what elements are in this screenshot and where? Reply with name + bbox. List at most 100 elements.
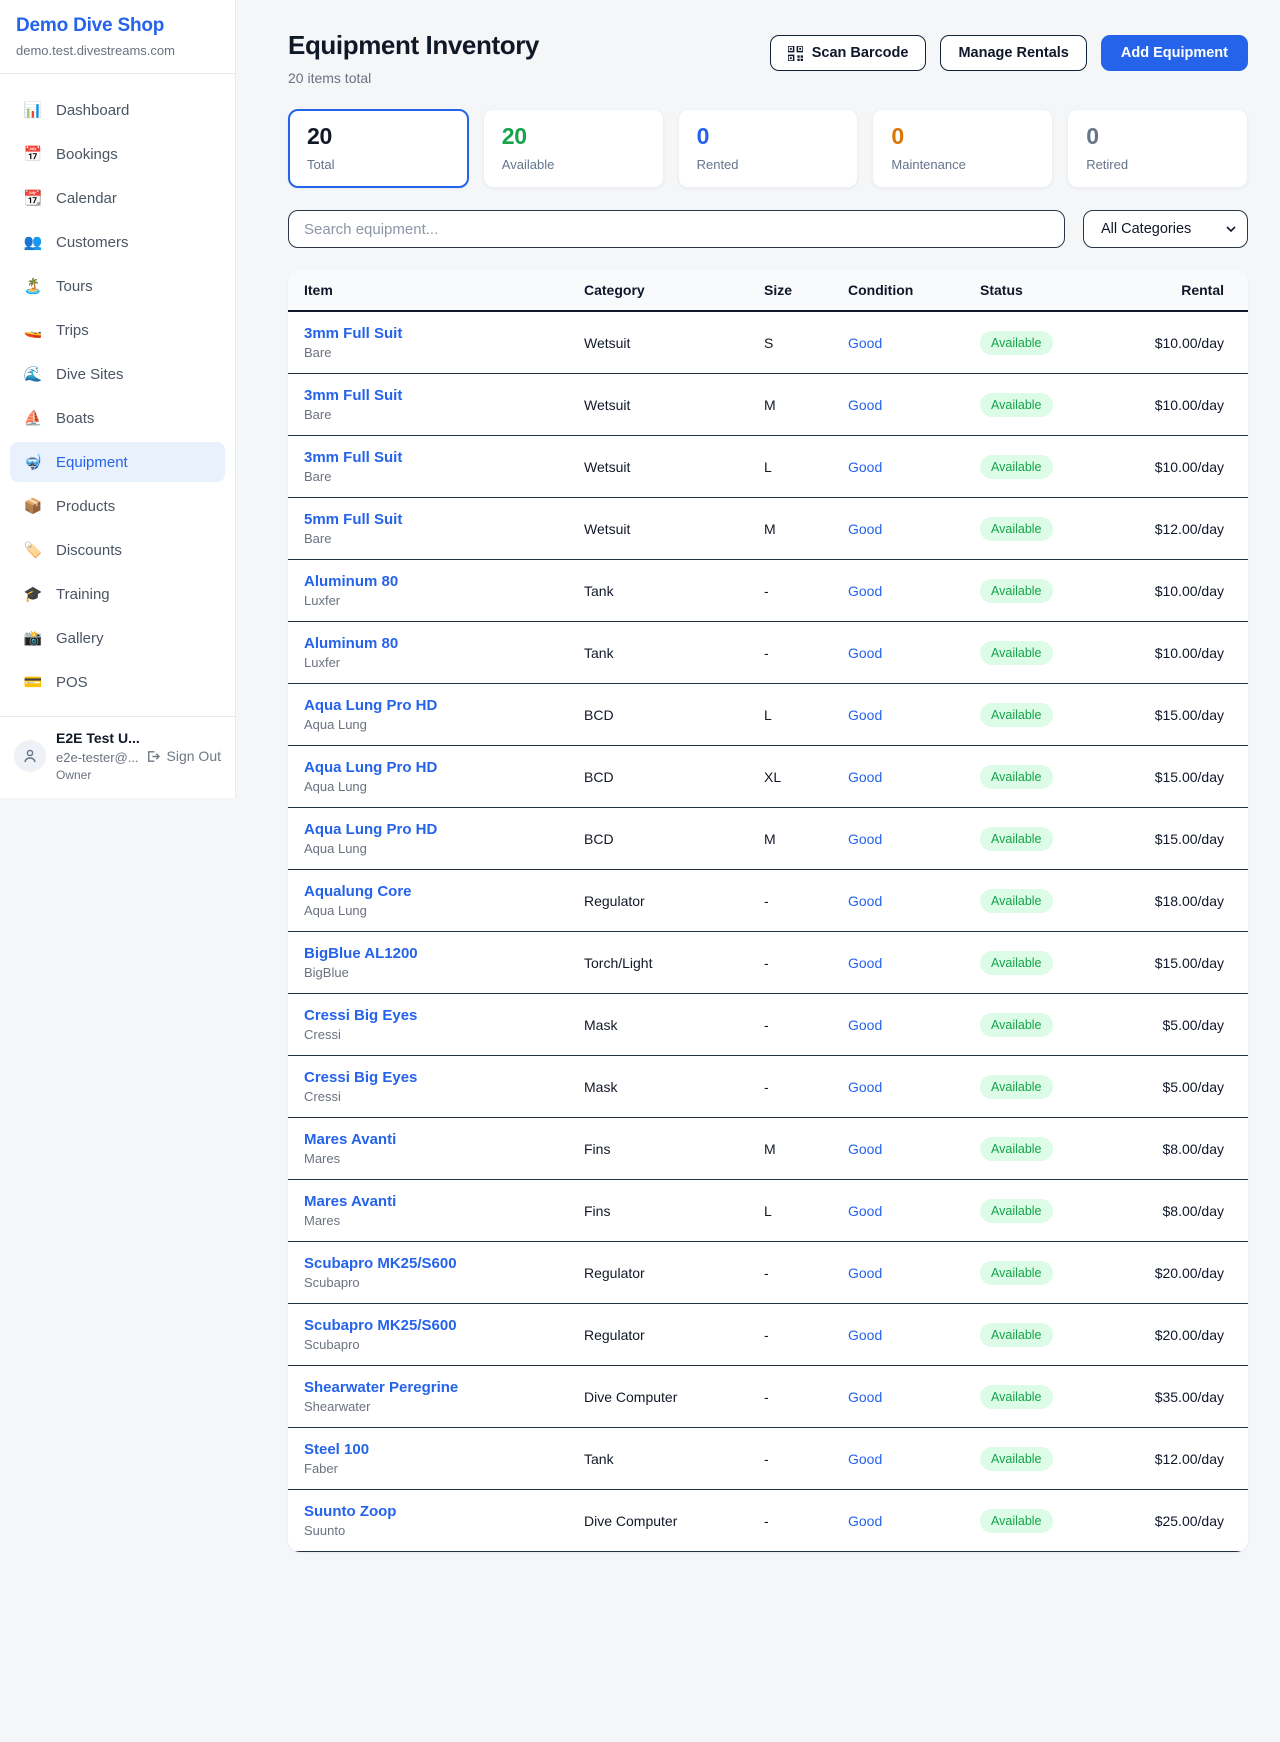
main-content: Equipment Inventory 20 items total xyxy=(236,0,1280,1552)
item-link[interactable]: Scubapro MK25/S600 xyxy=(304,1317,584,1334)
item-link[interactable]: Mares Avanti xyxy=(304,1193,584,1210)
condition-link[interactable]: Good xyxy=(848,1079,980,1095)
sidebar-item-bookings[interactable]: 📅 Bookings xyxy=(10,134,225,174)
condition-link[interactable]: Good xyxy=(848,1017,980,1033)
item-link[interactable]: 3mm Full Suit xyxy=(304,449,584,466)
sidebar-item-pos[interactable]: 💳 POS xyxy=(10,662,225,702)
status-cell: Available xyxy=(980,1385,1130,1409)
cell-category: Wetsuit xyxy=(584,397,764,413)
condition-link[interactable]: Good xyxy=(848,1141,980,1157)
item-link[interactable]: BigBlue AL1200 xyxy=(304,945,584,962)
items-total: 20 items total xyxy=(288,70,539,86)
stat-card-total[interactable]: 20 Total xyxy=(288,109,469,188)
stat-card-available[interactable]: 20 Available xyxy=(483,109,664,188)
condition-link[interactable]: Good xyxy=(848,1203,980,1219)
user-name: E2E Test U... xyxy=(56,730,135,748)
header-actions: Scan Barcode Manage Rentals Add Equipmen… xyxy=(770,35,1248,71)
stat-label: Available xyxy=(502,157,645,172)
cell-category: Regulator xyxy=(584,1327,764,1343)
table-row: Cressi Big Eyes Cressi Mask - Good Avail… xyxy=(288,1056,1248,1118)
customers-icon: 👥 xyxy=(23,235,43,250)
sidebar-item-boats[interactable]: ⛵ Boats xyxy=(10,398,225,438)
cell-category: Dive Computer xyxy=(584,1389,764,1405)
sidebar-item-dashboard[interactable]: 📊 Dashboard xyxy=(10,90,225,130)
condition-link[interactable]: Good xyxy=(848,397,980,413)
item-link[interactable]: Mares Avanti xyxy=(304,1131,584,1148)
status-cell: Available xyxy=(980,1137,1130,1161)
condition-link[interactable]: Good xyxy=(848,1451,980,1467)
add-equipment-button[interactable]: Add Equipment xyxy=(1101,35,1248,71)
sidebar-item-training[interactable]: 🎓 Training xyxy=(10,574,225,614)
dashboard-icon: 📊 xyxy=(23,103,43,118)
condition-link[interactable]: Good xyxy=(848,1327,980,1343)
cell-size: XL xyxy=(764,769,848,785)
item-link[interactable]: Aqua Lung Pro HD xyxy=(304,697,584,714)
item-link[interactable]: Scubapro MK25/S600 xyxy=(304,1255,584,1272)
search-input[interactable] xyxy=(288,210,1065,248)
cell-category: Fins xyxy=(584,1203,764,1219)
condition-link[interactable]: Good xyxy=(848,1265,980,1281)
condition-link[interactable]: Good xyxy=(848,1389,980,1405)
stat-card-rented[interactable]: 0 Rented xyxy=(678,109,859,188)
sidebar-item-gallery[interactable]: 📸 Gallery xyxy=(10,618,225,658)
condition-link[interactable]: Good xyxy=(848,459,980,475)
stat-card-retired[interactable]: 0 Retired xyxy=(1067,109,1248,188)
cell-size: - xyxy=(764,1451,848,1467)
item-brand: Cressi xyxy=(304,1027,584,1042)
item-link[interactable]: Aqualung Core xyxy=(304,883,584,900)
item-link[interactable]: Cressi Big Eyes xyxy=(304,1069,584,1086)
sidebar-item-calendar[interactable]: 📆 Calendar xyxy=(10,178,225,218)
sidebar-item-dive-sites[interactable]: 🌊 Dive Sites xyxy=(10,354,225,394)
cell-category: Regulator xyxy=(584,1265,764,1281)
item-link[interactable]: 3mm Full Suit xyxy=(304,325,584,342)
status-cell: Available xyxy=(980,1509,1130,1533)
manage-rentals-button[interactable]: Manage Rentals xyxy=(940,35,1086,71)
page-header: Equipment Inventory 20 items total xyxy=(288,30,1248,86)
scan-barcode-button[interactable]: Scan Barcode xyxy=(770,35,927,71)
sidebar-item-customers[interactable]: 👥 Customers xyxy=(10,222,225,262)
condition-link[interactable]: Good xyxy=(848,521,980,537)
item-link[interactable]: Suunto Zoop xyxy=(304,1503,584,1520)
item-link[interactable]: 5mm Full Suit xyxy=(304,511,584,528)
item-link[interactable]: Cressi Big Eyes xyxy=(304,1007,584,1024)
condition-link[interactable]: Good xyxy=(848,955,980,971)
category-select[interactable]: All Categories xyxy=(1083,210,1248,248)
item-link[interactable]: Aluminum 80 xyxy=(304,573,584,590)
item-link[interactable]: 3mm Full Suit xyxy=(304,387,584,404)
tours-icon: 🏝️ xyxy=(23,279,43,294)
condition-link[interactable]: Good xyxy=(848,645,980,661)
item-brand: Mares xyxy=(304,1151,584,1166)
item-brand: Aqua Lung xyxy=(304,717,584,732)
table-row: Cressi Big Eyes Cressi Mask - Good Avail… xyxy=(288,994,1248,1056)
cell-rental: $10.00/day xyxy=(1130,397,1224,413)
item-link[interactable]: Aqua Lung Pro HD xyxy=(304,759,584,776)
sidebar-item-discounts[interactable]: 🏷️ Discounts xyxy=(10,530,225,570)
sidebar-item-tours[interactable]: 🏝️ Tours xyxy=(10,266,225,306)
condition-link[interactable]: Good xyxy=(848,893,980,909)
condition-link[interactable]: Good xyxy=(848,831,980,847)
condition-link[interactable]: Good xyxy=(848,707,980,723)
category-select-wrap: All Categories xyxy=(1083,210,1248,248)
training-icon: 🎓 xyxy=(23,587,43,602)
sidebar-item-products[interactable]: 📦 Products xyxy=(10,486,225,526)
status-badge: Available xyxy=(980,455,1053,479)
sidebar-item-equipment[interactable]: 🤿 Equipment xyxy=(10,442,225,482)
cell-rental: $35.00/day xyxy=(1130,1389,1224,1405)
table-row: Aqua Lung Pro HD Aqua Lung BCD L Good Av… xyxy=(288,684,1248,746)
item-link[interactable]: Steel 100 xyxy=(304,1441,584,1458)
item-link[interactable]: Aqua Lung Pro HD xyxy=(304,821,584,838)
manage-rentals-label: Manage Rentals xyxy=(958,45,1068,61)
item-cell: Cressi Big Eyes Cressi xyxy=(304,1007,584,1042)
condition-link[interactable]: Good xyxy=(848,769,980,785)
stat-card-maintenance[interactable]: 0 Maintenance xyxy=(872,109,1053,188)
item-link[interactable]: Shearwater Peregrine xyxy=(304,1379,584,1396)
status-badge: Available xyxy=(980,331,1053,355)
cell-size: - xyxy=(764,1079,848,1095)
item-link[interactable]: Aluminum 80 xyxy=(304,635,584,652)
sidebar-item-trips[interactable]: 🚤 Trips xyxy=(10,310,225,350)
condition-link[interactable]: Good xyxy=(848,583,980,599)
cell-category: Tank xyxy=(584,583,764,599)
condition-link[interactable]: Good xyxy=(848,1513,980,1529)
condition-link[interactable]: Good xyxy=(848,335,980,351)
sign-out-button[interactable]: Sign Out xyxy=(145,748,221,764)
